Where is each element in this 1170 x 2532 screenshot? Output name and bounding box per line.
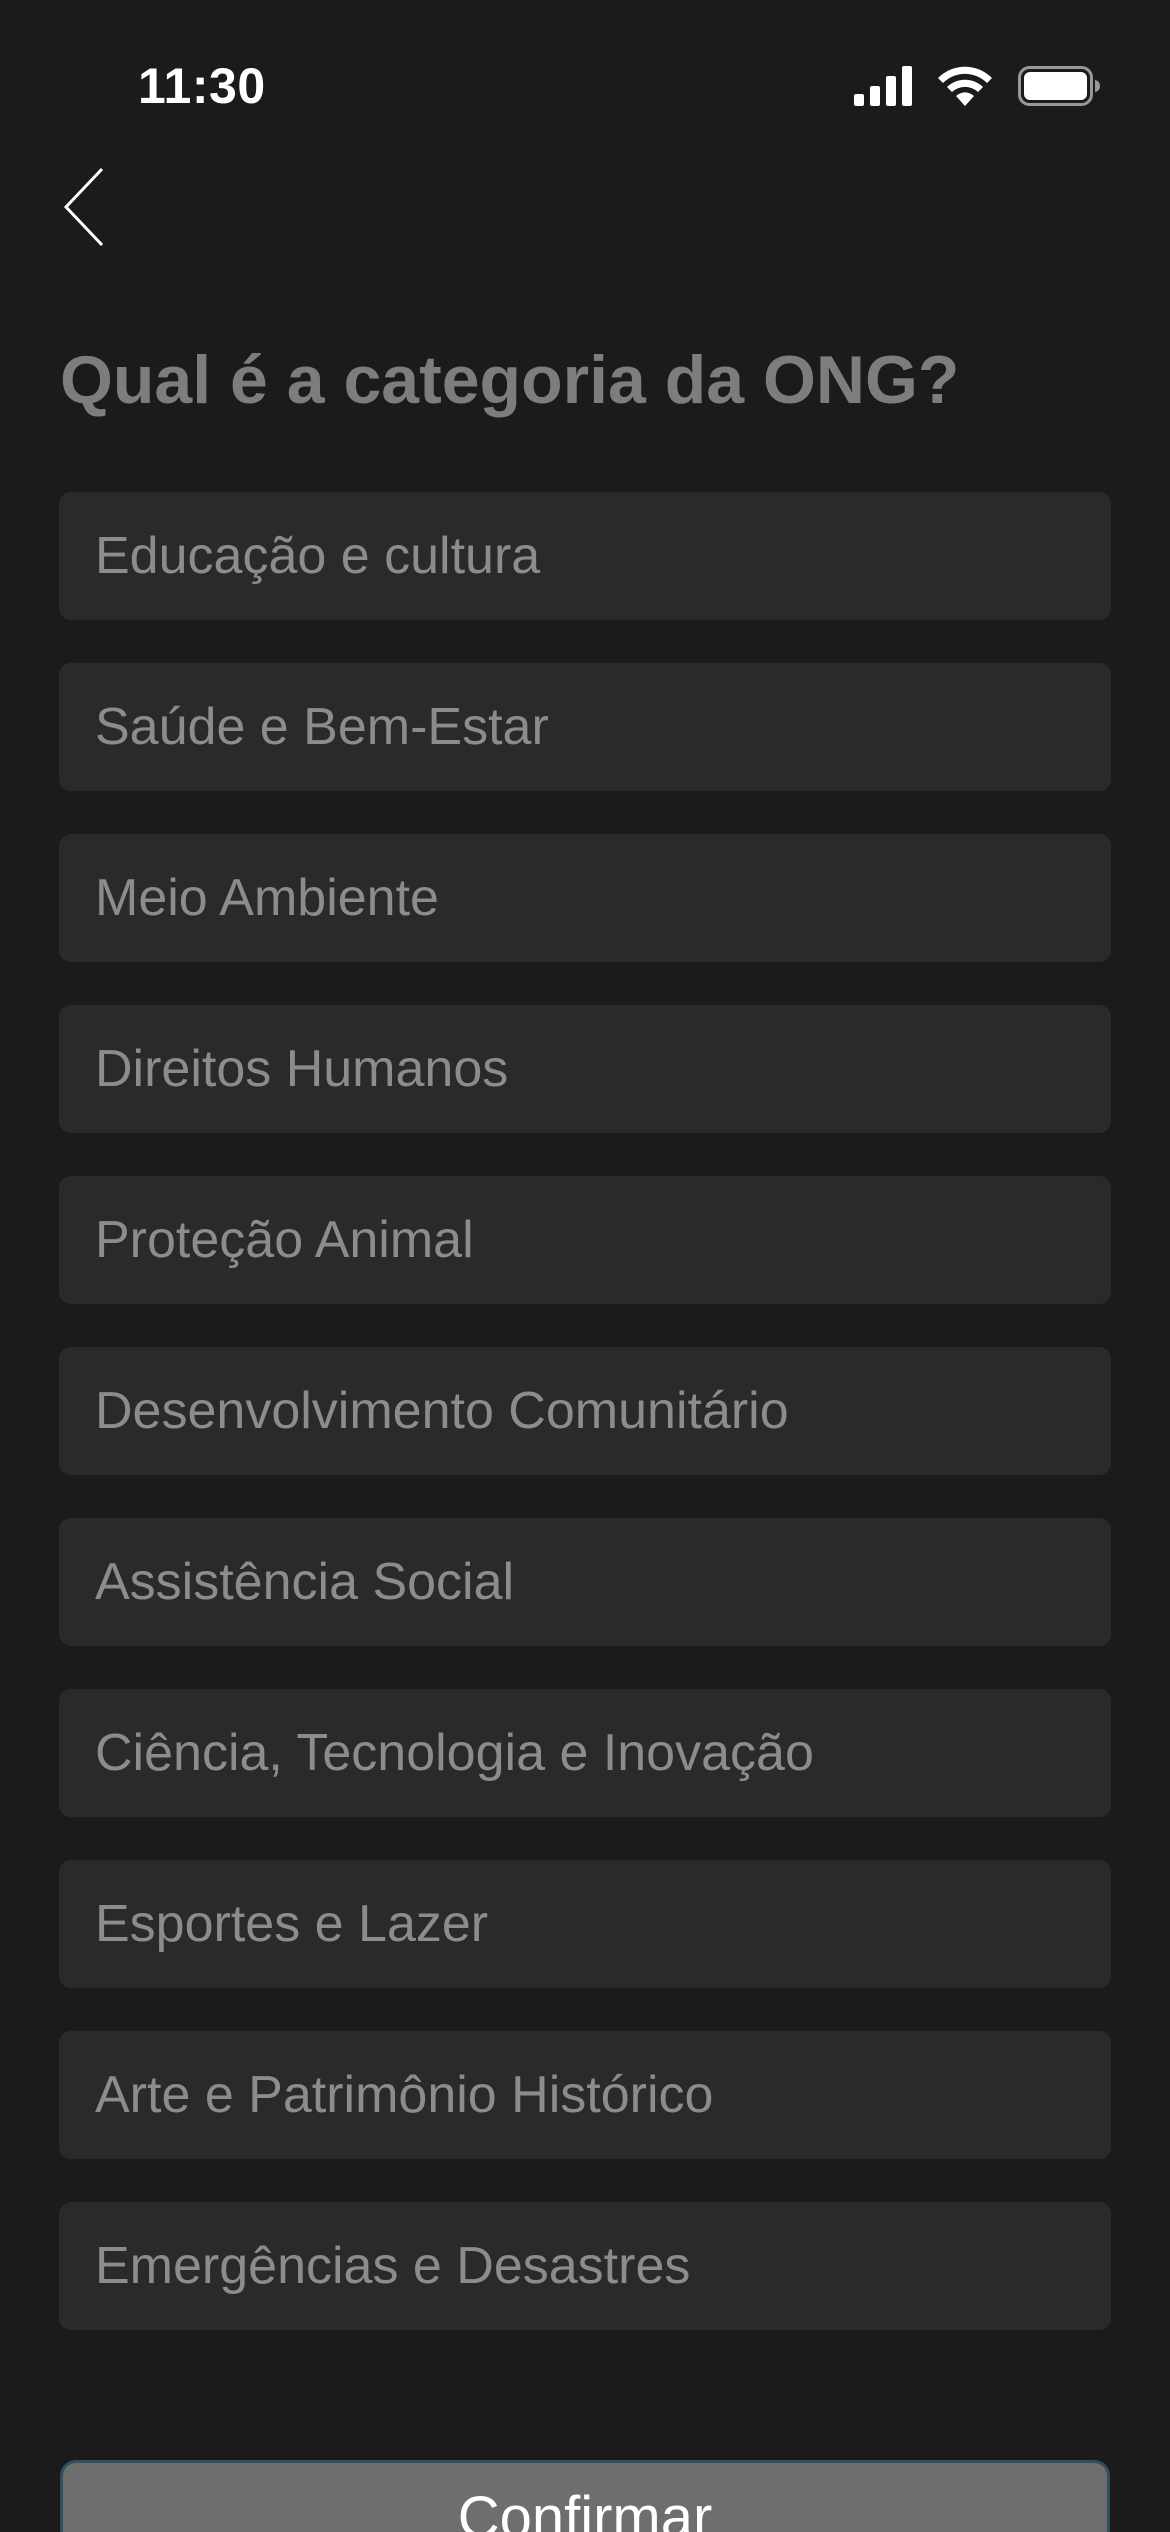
option-label: Desenvolvimento Comunitário [95, 1382, 789, 1440]
status-icons [854, 62, 1100, 110]
battery-icon [1018, 66, 1100, 106]
confirm-label: Confirmar [457, 2485, 713, 2532]
option-label: Esportes e Lazer [95, 1895, 489, 1953]
category-option-meio-ambiente[interactable]: Meio Ambiente [59, 834, 1111, 962]
category-option-arte-patrimonio[interactable]: Arte e Patrimônio Histórico [59, 2031, 1111, 2159]
category-option-emergencias[interactable]: Emergências e Desastres [59, 2202, 1111, 2330]
option-label: Educação e cultura [95, 527, 541, 585]
option-label: Arte e Patrimônio Histórico [95, 2066, 714, 2124]
chevron-left-icon [62, 167, 106, 252]
wifi-icon [938, 66, 992, 106]
option-label: Emergências e Desastres [95, 2237, 691, 2295]
category-option-desenvolvimento-comunitario[interactable]: Desenvolvimento Comunitário [59, 1347, 1111, 1475]
option-label: Saúde e Bem-Estar [95, 698, 549, 756]
option-label: Direitos Humanos [95, 1040, 509, 1098]
category-option-educacao[interactable]: Educação e cultura [59, 492, 1111, 620]
status-time: 11:30 [138, 58, 266, 114]
category-option-ciencia-tecnologia[interactable]: Ciência, Tecnologia e Inovação [59, 1689, 1111, 1817]
option-label: Meio Ambiente [95, 869, 439, 927]
page-title: Qual é a categoria da ONG? [60, 342, 960, 418]
option-label: Proteção Animal [95, 1211, 474, 1269]
category-option-protecao-animal[interactable]: Proteção Animal [59, 1176, 1111, 1304]
option-label: Assistência Social [95, 1553, 515, 1611]
back-button[interactable] [52, 164, 116, 254]
confirm-button[interactable]: Confirmar [60, 2460, 1110, 2532]
screen: 11:30 Qual é a categoria da ONG? Educaçã… [0, 0, 1170, 2532]
category-option-direitos-humanos[interactable]: Direitos Humanos [59, 1005, 1111, 1133]
category-options-list: Educação e cultura Saúde e Bem-Estar Mei… [59, 492, 1111, 2373]
category-option-saude[interactable]: Saúde e Bem-Estar [59, 663, 1111, 791]
status-bar: 11:30 [0, 0, 1170, 140]
option-label: Ciência, Tecnologia e Inovação [95, 1724, 814, 1782]
signal-icon [854, 66, 912, 106]
category-option-assistencia-social[interactable]: Assistência Social [59, 1518, 1111, 1646]
category-option-esportes-lazer[interactable]: Esportes e Lazer [59, 1860, 1111, 1988]
